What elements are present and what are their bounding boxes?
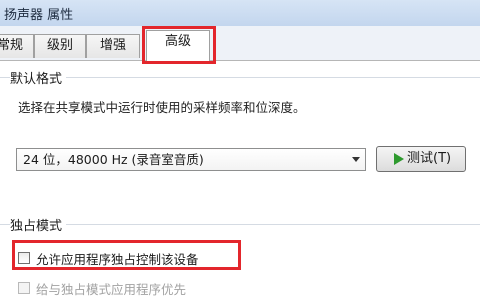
chevron-down-icon: [352, 157, 360, 162]
play-icon: [394, 153, 404, 165]
test-button[interactable]: 测试(T): [376, 146, 466, 172]
give-priority-label: 给与独占模式应用程序优先: [36, 282, 187, 297]
give-priority-checkbox[interactable]: [18, 282, 30, 294]
test-button-label: 测试(T): [407, 151, 452, 166]
tab-levels[interactable]: 级别: [34, 34, 86, 58]
properties-window: 扬声器 属性 常规 级别 增强 高级 默认格式 选择在共享模式中运行时使用的采样…: [0, 0, 480, 300]
tab-general[interactable]: 常规: [0, 34, 34, 58]
default-format-description: 选择在共享模式中运行时使用的采样频率和位深度。: [18, 100, 306, 115]
format-select-value: 24 位，48000 Hz (录音室音质): [23, 152, 204, 167]
exclusive-mode-rule: [0, 224, 480, 225]
title-bar[interactable]: 扬声器 属性: [0, 0, 480, 27]
exclusive-mode-label: 独占模式: [10, 215, 67, 234]
tab-advanced[interactable]: 高级: [146, 30, 210, 61]
default-format-label: 默认格式: [10, 68, 67, 87]
format-select[interactable]: 24 位，48000 Hz (录音室音质): [16, 148, 366, 171]
default-format-rule: [0, 77, 480, 78]
window-title: 扬声器 属性: [4, 8, 74, 23]
allow-exclusive-checkbox[interactable]: [18, 252, 30, 264]
allow-exclusive-label[interactable]: 允许应用程序独占控制该设备: [36, 249, 199, 268]
tab-enhancements[interactable]: 增强: [86, 34, 140, 58]
